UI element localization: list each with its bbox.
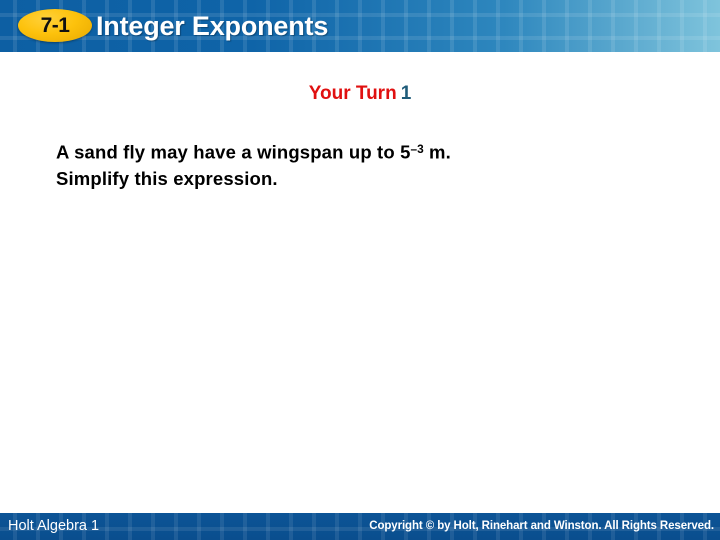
exponent-negative-three: –3 <box>410 142 424 156</box>
slide-content-area: Your Turn 1 A sand fly may have a wingspa… <box>0 52 720 513</box>
problem-statement: A sand fly may have a wingspan up to 5–3… <box>56 136 668 192</box>
page-title: Integer Exponents <box>96 11 329 41</box>
lesson-number-label: 7-1 <box>40 14 70 37</box>
lesson-number-badge: 7-1 <box>18 9 92 42</box>
problem-line-1-before: A sand fly may have a wingspan up to 5 <box>56 141 411 163</box>
your-turn-label: Your Turn <box>308 83 397 104</box>
slide-header: 7-1 Integer Exponents <box>0 0 720 52</box>
your-turn-heading: Your Turn 1 <box>0 83 720 105</box>
problem-line-1-after: m. <box>423 141 451 163</box>
footer-copyright-notice: Copyright © by Holt, Rinehart and Winsto… <box>369 520 714 532</box>
slide-footer: Holt Algebra 1 Copyright © by Holt, Rine… <box>0 513 720 540</box>
header-pattern: 7-1 Integer Exponents <box>0 0 720 52</box>
footer-book-title: Holt Algebra 1 <box>8 518 100 534</box>
problem-line-2: Simplify this expression. <box>56 167 278 189</box>
your-turn-number: 1 <box>400 83 412 104</box>
